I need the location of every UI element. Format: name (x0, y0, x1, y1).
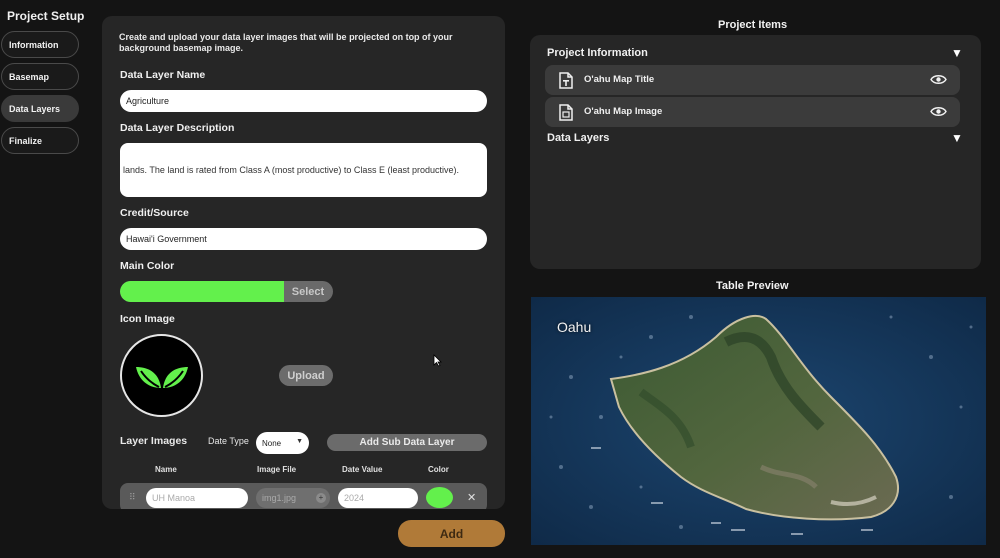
layer-description-text: lands. The land is rated from Class A (m… (123, 165, 459, 175)
main-color-select-button[interactable]: Select (283, 281, 333, 302)
drag-handle-icon[interactable]: ⠿ (129, 492, 136, 503)
oahu-satellite-map (531, 297, 986, 545)
date-type-value: None (262, 438, 282, 448)
data-layer-form: Create and upload your data layer images… (102, 16, 505, 509)
main-color-label: Main Color (120, 260, 175, 272)
layer-description-label: Data Layer Description (120, 122, 235, 134)
group-data-layers[interactable]: Data Layers (547, 132, 609, 144)
column-header-name: Name (155, 465, 177, 474)
item-label: O'ahu Map Title (584, 74, 655, 85)
project-items-title: Project Items (718, 19, 788, 31)
date-type-label: Date Type (208, 436, 249, 446)
map-title-label: Oahu (557, 319, 592, 335)
add-sub-data-layer-button[interactable]: Add Sub Data Layer (327, 434, 487, 451)
map-preview: Oahu (531, 297, 986, 545)
delete-row-icon[interactable]: ✕ (467, 491, 476, 504)
sub-layer-date-input[interactable] (338, 488, 418, 508)
layer-name-input[interactable] (120, 90, 487, 112)
group-project-information[interactable]: Project Information (547, 47, 648, 59)
sidebar-item-basemap[interactable]: Basemap (1, 63, 79, 90)
collapse-triangle-icon[interactable]: ▼ (951, 131, 963, 145)
column-header-date-value: Date Value (342, 465, 383, 474)
eye-icon[interactable] (930, 106, 947, 117)
form-intro-text: Create and upload your data layer images… (119, 32, 453, 53)
icon-image-preview (120, 334, 203, 417)
image-file-icon (559, 104, 573, 121)
layer-images-label: Layer Images (120, 435, 188, 447)
main-color-picker[interactable]: Select (120, 281, 333, 302)
add-file-icon[interactable]: + (316, 493, 326, 503)
sidebar-item-data-layers[interactable]: Data Layers (1, 95, 79, 122)
project-item-map-image[interactable]: O'ahu Map Image (545, 97, 960, 127)
sidebar-item-finalize[interactable]: Finalize (1, 127, 79, 154)
credit-source-input[interactable] (120, 228, 487, 250)
leaves-icon (135, 366, 188, 388)
item-label: O'ahu Map Image (584, 106, 663, 117)
sidebar-title: Project Setup (7, 9, 85, 23)
add-data-layer-button[interactable]: Add (398, 520, 505, 547)
upload-icon-button[interactable]: Upload (279, 365, 333, 386)
icon-image-label: Icon Image (120, 313, 175, 325)
main-color-swatch (120, 281, 284, 302)
project-items-panel: Project Information ▼ O'ahu Map Title O'… (530, 35, 981, 269)
file-icon (559, 72, 573, 89)
date-type-select[interactable]: None ▼ (256, 432, 309, 454)
project-item-map-title[interactable]: O'ahu Map Title (545, 65, 960, 95)
eye-icon[interactable] (930, 74, 947, 85)
sub-layer-row: ⠿ + ✕ (120, 483, 487, 509)
collapse-triangle-icon[interactable]: ▼ (951, 46, 963, 60)
layer-description-input[interactable]: lands. The land is rated from Class A (m… (120, 143, 487, 197)
chevron-down-icon: ▼ (296, 438, 303, 445)
mouse-cursor-icon (433, 354, 442, 367)
column-header-color: Color (428, 465, 449, 474)
credit-source-label: Credit/Source (120, 207, 189, 219)
sub-layer-color-swatch[interactable] (426, 487, 453, 508)
sub-layer-name-input[interactable] (146, 488, 248, 508)
sidebar-item-information[interactable]: Information (1, 31, 79, 58)
column-header-image-file: Image File (257, 465, 297, 474)
layer-name-label: Data Layer Name (120, 69, 206, 81)
table-preview-title: Table Preview (716, 280, 789, 292)
